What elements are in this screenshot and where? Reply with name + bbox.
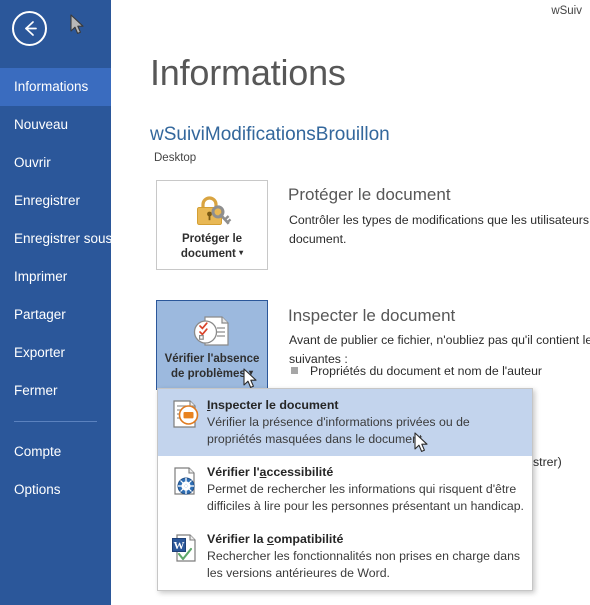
word-compatibility-icon: W	[168, 531, 202, 565]
menu-item-description: Vérifier la présence d'informations priv…	[207, 415, 470, 446]
sidebar-item-label: Options	[14, 482, 61, 497]
sidebar-item-partager[interactable]: Partager	[0, 296, 111, 334]
chevron-down-icon: ▾	[239, 248, 244, 257]
inspect-heading: Inspecter le document	[288, 306, 456, 325]
sidebar-item-enregistrer-sous[interactable]: Enregistrer sous	[0, 220, 113, 258]
check-for-issues-tile[interactable]: Vérifier l'absence de problèmes ▾	[156, 300, 268, 390]
lock-key-icon	[157, 190, 267, 232]
menu-item-description: Permet de rechercher les informations qu…	[207, 482, 524, 513]
window-title: wSuiv	[551, 5, 582, 17]
document-path: Desktop	[154, 152, 197, 164]
back-arrow-button[interactable]	[12, 11, 47, 46]
page-title: Informations	[150, 52, 346, 93]
sidebar-item-imprimer[interactable]: Imprimer	[0, 258, 111, 296]
menu-item-text: Vérifier la compatibilité Rechercher les…	[207, 531, 520, 582]
protect-description: Contrôler les types de modifications que…	[289, 213, 590, 246]
svg-text:W: W	[174, 540, 185, 552]
inspect-document-icon	[168, 397, 202, 431]
menu-item-title: Inspecter le document	[207, 398, 339, 412]
back-arrow-icon	[25, 21, 37, 36]
clipped-background-text: strer)	[533, 455, 562, 469]
sidebar-item-nouveau[interactable]: Nouveau	[0, 106, 111, 144]
protect-tile-label: Protéger le document ▾	[180, 233, 244, 260]
backstage-sidebar: Informations Nouveau Ouvrir Enregistrer …	[0, 0, 113, 605]
menu-item-inspect-document[interactable]: Inspecter le document Vérifier la présen…	[158, 389, 532, 456]
menu-item-description: Rechercher les fonctionnalités non prise…	[207, 549, 521, 580]
sidebar-nav-list: Informations Nouveau Ouvrir Enregistrer …	[0, 68, 113, 509]
accessibility-icon	[168, 464, 202, 498]
protect-heading: Protéger le document	[288, 185, 451, 204]
sidebar-item-label: Fermer	[14, 383, 58, 398]
sidebar-item-label: Imprimer	[14, 269, 68, 284]
bullet-square-icon	[291, 367, 298, 374]
sidebar-item-label: Nouveau	[14, 117, 69, 132]
check-issues-tile-label: Vérifier l'absence de problèmes ▾	[164, 353, 260, 380]
menu-item-check-accessibility[interactable]: Vérifier l'accessibilité Permet de reche…	[158, 456, 532, 523]
inspect-issues-icon	[157, 310, 267, 352]
sidebar-item-label: Ouvrir	[14, 155, 51, 170]
sidebar-item-compte[interactable]: Compte	[0, 433, 111, 471]
sidebar-item-label: Enregistrer	[14, 193, 81, 208]
document-name: wSuiviModificationsBrouillon	[150, 124, 390, 145]
menu-item-text: Vérifier l'accessibilité Permet de reche…	[207, 464, 524, 515]
sidebar-item-informations[interactable]: Informations	[0, 68, 111, 106]
sidebar-item-exporter[interactable]: Exporter	[0, 334, 111, 372]
sidebar-item-label: Compte	[14, 444, 62, 459]
menu-item-title: Vérifier la compatibilité	[207, 532, 344, 546]
sidebar-item-fermer[interactable]: Fermer	[0, 372, 111, 410]
inspect-bullet-item: Propriétés du document et nom de l'auteu…	[291, 364, 542, 378]
menu-item-title: Vérifier l'accessibilité	[207, 465, 334, 479]
chevron-down-icon: ▾	[248, 368, 253, 377]
sidebar-divider	[14, 421, 97, 422]
protect-document-tile[interactable]: Protéger le document ▾	[156, 180, 268, 270]
menu-item-text: Inspecter le document Vérifier la présen…	[207, 397, 470, 448]
sidebar-item-label: Enregistrer sous	[14, 231, 113, 246]
sidebar-item-ouvrir[interactable]: Ouvrir	[0, 144, 111, 182]
sidebar-item-options[interactable]: Options	[0, 471, 111, 509]
sidebar-item-label: Partager	[14, 307, 66, 322]
menu-item-check-compatibility[interactable]: W Vérifier la compatibilité Rechercher l…	[158, 523, 532, 590]
check-for-issues-menu: Inspecter le document Vérifier la présen…	[157, 388, 533, 591]
sidebar-item-label: Exporter	[14, 345, 66, 360]
backstage-view: Informations Nouveau Ouvrir Enregistrer …	[0, 0, 590, 605]
sidebar-item-enregistrer[interactable]: Enregistrer	[0, 182, 111, 220]
sidebar-item-label: Informations	[14, 79, 89, 94]
